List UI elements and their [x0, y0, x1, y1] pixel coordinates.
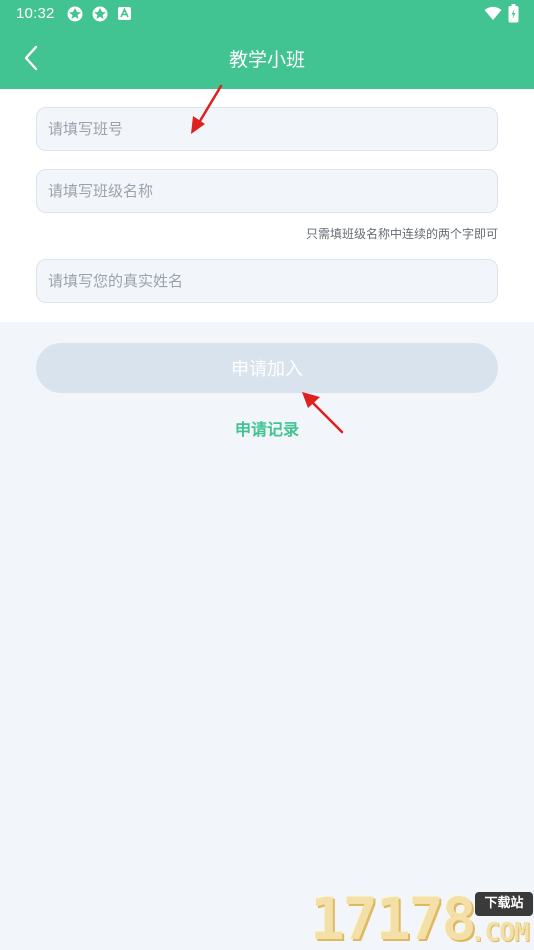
app-notification-icon [66, 5, 84, 27]
class-name-input[interactable] [36, 169, 498, 213]
wifi-icon [484, 6, 502, 25]
apply-join-button[interactable]: 申请加入 [36, 343, 498, 393]
status-bar: 10:32 [0, 0, 534, 28]
battery-icon [508, 4, 519, 27]
watermark-digits: 17178 [310, 885, 477, 950]
watermark-badge: 下载站 [475, 892, 533, 916]
status-time: 10:32 [16, 5, 55, 22]
application-record-link[interactable]: 申请记录 [0, 416, 534, 440]
real-name-input[interactable] [36, 259, 498, 303]
annotation-arrow-icon [302, 392, 344, 434]
site-watermark: 17178 下载站 .COM [310, 888, 534, 950]
join-class-form: 只需填班级名称中连续的两个字即可 [0, 89, 534, 322]
app-notification-icon [91, 5, 109, 27]
class-name-hint: 只需填班级名称中连续的两个字即可 [305, 227, 498, 241]
page-title: 教学小班 [228, 49, 305, 71]
android-app-icon [117, 6, 132, 25]
annotation-arrow-icon [191, 84, 223, 134]
nav-bar: 教学小班 [0, 28, 534, 89]
app-header: 10:32 教学小班 [0, 0, 534, 89]
class-number-input[interactable] [36, 107, 498, 151]
watermark-domain: .COM [470, 918, 530, 948]
